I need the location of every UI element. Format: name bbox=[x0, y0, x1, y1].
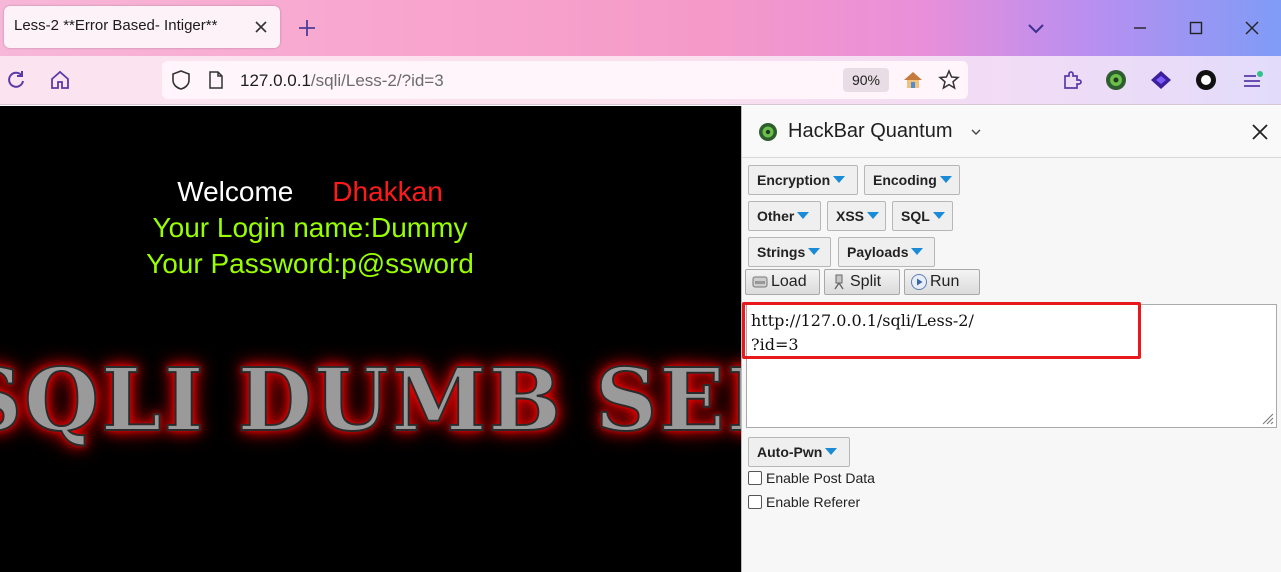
chevron-down-icon[interactable] bbox=[1024, 16, 1048, 40]
encoding-dropdown[interactable]: Encoding bbox=[864, 165, 960, 195]
dropdown-arrow-icon bbox=[797, 211, 810, 219]
encoding-label: Encoding bbox=[873, 172, 937, 188]
run-play-icon bbox=[911, 274, 927, 290]
url-text[interactable]: 127.0.0.1/sqli/Less-2/?id=3 bbox=[240, 71, 444, 91]
load-icon bbox=[752, 276, 768, 288]
page-content: Welcome Dhakkan Your Login name:Dummy Yo… bbox=[0, 106, 741, 572]
other-dropdown[interactable]: Other bbox=[748, 201, 821, 231]
sidebar-header: HackBar Quantum bbox=[742, 106, 1281, 158]
tab-strip: Less-2 **Error Based- Intiger** bbox=[0, 0, 1281, 56]
welcome-label: Welcome bbox=[177, 176, 294, 207]
resize-handle-icon[interactable] bbox=[1260, 411, 1274, 425]
encryption-dropdown[interactable]: Encryption bbox=[748, 165, 858, 195]
maximize-icon[interactable] bbox=[1184, 16, 1208, 40]
xss-dropdown[interactable]: XSS bbox=[827, 201, 886, 231]
url-textarea[interactable]: http://127.0.0.1/sqli/Less-2/ ?id=3 bbox=[746, 304, 1277, 428]
minimize-icon[interactable] bbox=[1128, 16, 1152, 40]
split-label: Split bbox=[850, 273, 882, 290]
auto-pwn-dropdown[interactable]: Auto-Pwn bbox=[748, 437, 850, 467]
enable-post-data-label: Enable Post Data bbox=[766, 470, 875, 486]
navigation-bar: 127.0.0.1/sqli/Less-2/?id=3 90% bbox=[0, 56, 1281, 105]
sql-label: SQL bbox=[901, 208, 930, 224]
page-info-icon[interactable] bbox=[206, 70, 226, 90]
split-button[interactable]: Split bbox=[824, 269, 900, 295]
dropdown-arrow-icon bbox=[911, 247, 924, 255]
dropdown-arrow-icon bbox=[867, 211, 880, 219]
xss-label: XSS bbox=[836, 208, 865, 224]
address-bar[interactable]: 127.0.0.1/sqli/Less-2/?id=3 90% bbox=[162, 61, 968, 99]
url-field-line1: http://127.0.0.1/sqli/Less-2/ bbox=[751, 311, 974, 330]
reload-icon[interactable] bbox=[4, 68, 28, 92]
enable-referer-label: Enable Referer bbox=[766, 494, 861, 510]
dropdown-arrow-icon bbox=[808, 247, 821, 255]
house-extension-icon[interactable] bbox=[902, 69, 924, 91]
circle-extension-icon[interactable] bbox=[1194, 68, 1218, 92]
welcome-name: Dhakkan bbox=[332, 176, 443, 207]
login-name-line: Your Login name:Dummy bbox=[152, 212, 468, 243]
menu-icon[interactable] bbox=[1240, 68, 1264, 92]
hackbar-logo-icon bbox=[759, 123, 777, 141]
load-button[interactable]: Load bbox=[745, 269, 820, 295]
dropdown-arrow-icon bbox=[825, 447, 838, 455]
payloads-dropdown[interactable]: Payloads bbox=[838, 237, 935, 267]
load-label: Load bbox=[771, 273, 807, 290]
auto-pwn-label: Auto-Pwn bbox=[757, 444, 823, 460]
hackbar-sidebar: HackBar Quantum Encryption Encoding Othe… bbox=[741, 106, 1281, 572]
close-tab-icon[interactable] bbox=[250, 16, 272, 38]
chevron-down-icon[interactable] bbox=[970, 126, 982, 138]
dropdown-arrow-icon bbox=[932, 211, 945, 219]
sql-dropdown[interactable]: SQL bbox=[892, 201, 953, 231]
enable-post-data-checkbox[interactable] bbox=[748, 471, 762, 486]
url-path: /sqli/Less-2/?id=3 bbox=[310, 71, 444, 90]
hackbar-extension-icon[interactable] bbox=[1104, 68, 1128, 92]
close-sidebar-icon[interactable] bbox=[1248, 120, 1272, 144]
url-field-line2: ?id=3 bbox=[751, 335, 799, 354]
welcome-line: Welcome Dhakkan bbox=[0, 176, 620, 208]
url-host: 127.0.0.1 bbox=[240, 71, 311, 90]
run-button[interactable]: Run bbox=[904, 269, 980, 295]
split-icon bbox=[834, 274, 844, 290]
tab-title: Less-2 **Error Based- Intiger** bbox=[14, 17, 218, 34]
zoom-level-badge[interactable]: 90% bbox=[843, 68, 889, 92]
new-tab-icon[interactable] bbox=[294, 15, 320, 41]
password-line: Your Password:p@ssword bbox=[146, 248, 474, 279]
other-label: Other bbox=[757, 208, 795, 224]
shield-icon[interactable] bbox=[170, 69, 192, 91]
payloads-label: Payloads bbox=[847, 244, 909, 260]
strings-label: Strings bbox=[757, 244, 806, 260]
strings-dropdown[interactable]: Strings bbox=[748, 237, 831, 267]
browser-tab[interactable]: Less-2 **Error Based- Intiger** bbox=[4, 6, 280, 48]
dropdown-arrow-icon bbox=[939, 175, 952, 183]
run-label: Run bbox=[930, 273, 960, 290]
layers-extension-icon[interactable] bbox=[1149, 68, 1173, 92]
window-close-icon[interactable] bbox=[1240, 16, 1264, 40]
home-icon[interactable] bbox=[48, 68, 72, 92]
star-bookmark-icon[interactable] bbox=[938, 69, 960, 91]
extensions-puzzle-icon[interactable] bbox=[1060, 68, 1084, 92]
dropdown-arrow-icon bbox=[833, 175, 846, 183]
enable-referer-checkbox[interactable] bbox=[748, 495, 762, 510]
encryption-label: Encryption bbox=[757, 172, 831, 188]
enable-referer-row[interactable]: Enable Referer bbox=[748, 494, 860, 514]
sidebar-title[interactable]: HackBar Quantum bbox=[788, 120, 953, 143]
sqli-dumb-series-banner: SQLI DUMB SERIES bbox=[0, 349, 741, 452]
enable-post-data-row[interactable]: Enable Post Data bbox=[748, 470, 875, 490]
